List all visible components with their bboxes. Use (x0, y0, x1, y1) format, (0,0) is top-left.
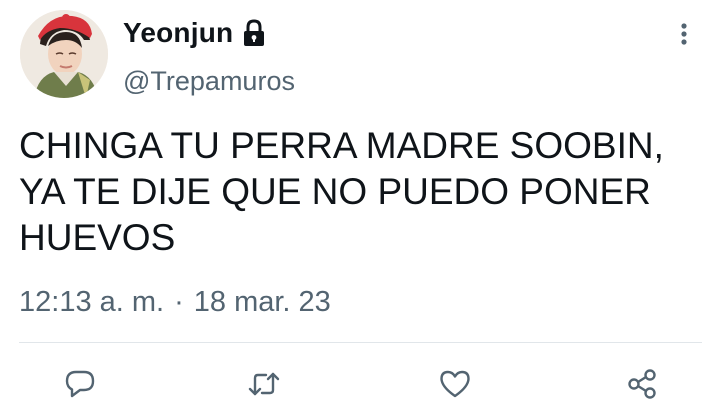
divider (19, 342, 702, 343)
tweet-date: 18 mar. 23 (193, 286, 331, 318)
tweet-timestamp[interactable]: 12:13 a. m. · 18 mar. 23 (19, 286, 331, 319)
reply-button[interactable] (60, 364, 100, 404)
like-icon (440, 370, 470, 398)
more-vertical-icon[interactable] (672, 20, 696, 50)
like-button[interactable] (435, 364, 475, 404)
tweet-text: CHINGA TU PERRA MADRE SOOBIN, YA TE DIJE… (19, 125, 664, 258)
share-button[interactable] (622, 364, 662, 404)
avatar-photo (20, 10, 108, 98)
retweet-icon (248, 372, 280, 396)
tweet: Yeonjun @Trepamuros CHINGA TU PERRA MADR… (0, 0, 720, 413)
retweet-button[interactable] (244, 364, 284, 404)
lock-icon (241, 19, 267, 47)
timestamp-separator: · (174, 286, 184, 318)
display-name[interactable]: Yeonjun (123, 17, 233, 49)
display-name-row: Yeonjun (123, 16, 267, 50)
reply-icon (65, 370, 95, 398)
share-icon (628, 369, 656, 399)
tweet-time: 12:13 a. m. (19, 286, 165, 318)
user-handle[interactable]: @Trepamuros (123, 66, 295, 97)
avatar[interactable] (20, 10, 108, 98)
